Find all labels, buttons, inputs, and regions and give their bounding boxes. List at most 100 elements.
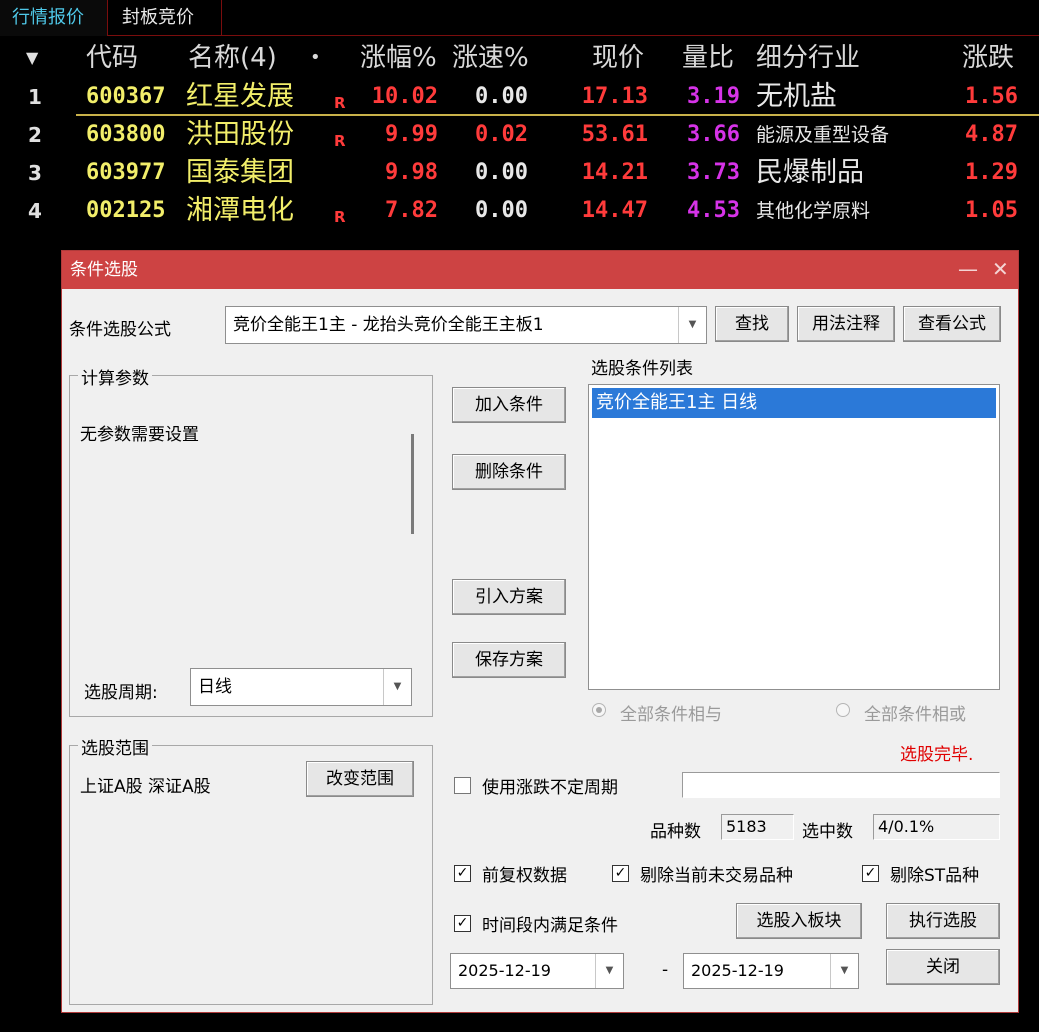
period-select[interactable]: 日线 ▼ [190, 668, 412, 706]
range-text: 上证A股 深证A股 [80, 777, 211, 797]
params-group: 计算参数 无参数需要设置 选股周期: 日线 ▼ [69, 364, 433, 717]
date-from-picker[interactable]: 2025-12-19 ▼ [450, 953, 624, 989]
exclude-untraded-label: 剔除当前未交易品种 [640, 866, 793, 886]
status-text: 选股完毕. [900, 745, 974, 765]
stock-name: 红星发展 [186, 81, 294, 112]
delete-condition-button[interactable]: 删除条件 [452, 454, 566, 490]
industry: 民爆制品 [756, 157, 864, 188]
change-pct: 10.02 [371, 84, 438, 109]
find-button[interactable]: 查找 [715, 306, 789, 342]
variable-period-checkbox[interactable] [454, 777, 471, 794]
stock-code: 600367 [86, 84, 166, 109]
usage-notes-button[interactable]: 用法注释 [797, 306, 895, 342]
price: 53.61 [581, 122, 648, 147]
forward-adj-checkbox[interactable]: ✓ [454, 865, 471, 882]
industry: 无机盐 [756, 81, 837, 112]
variable-period-input[interactable] [682, 772, 1000, 798]
tab-quotes[interactable]: 行情报价 [0, 0, 108, 36]
vol-ratio: 3.73 [687, 160, 740, 185]
view-formula-button[interactable]: 查看公式 [903, 306, 1001, 342]
table-row[interactable]: 1 600367 红星发展 R 10.02 0.00 17.13 3.19 无机… [0, 78, 1039, 116]
row-selection-underline [76, 114, 1039, 116]
chevron-down-icon[interactable]: ▼ [383, 669, 411, 705]
close-button[interactable]: 关闭 [886, 949, 1000, 985]
add-to-block-button[interactable]: 选股入板块 [736, 903, 862, 939]
speed-pct: 0.00 [475, 160, 528, 185]
close-icon[interactable]: ✕ [992, 251, 1009, 289]
price: 17.13 [581, 84, 648, 109]
params-text: 无参数需要设置 [80, 425, 199, 445]
stock-code: 002125 [86, 198, 166, 223]
exclude-st-checkbox[interactable]: ✓ [862, 865, 879, 882]
selected-value: 4/0.1% [873, 814, 1000, 840]
exclude-untraded-checkbox[interactable]: ✓ [612, 865, 629, 882]
stock-code: 603800 [86, 122, 166, 147]
stock-name: 国泰集团 [186, 157, 294, 188]
vol-ratio: 4.53 [687, 198, 740, 223]
change: 1.29 [965, 160, 1018, 185]
date-separator: - [662, 960, 669, 980]
sort-icon[interactable]: ▼ [26, 38, 38, 78]
formula-value: 竞价全能王1主 - 龙抬头竞价全能王主板1 [233, 315, 544, 335]
condition-list[interactable]: 竞价全能王1主 日线 [588, 384, 1000, 690]
table-row[interactable]: 4 002125 湘潭电化 R 7.82 0.00 14.47 4.53 其他化… [0, 192, 1039, 230]
tab-limit-auction[interactable]: 封板竞价 [110, 0, 222, 36]
radio-and[interactable] [592, 703, 606, 717]
exclude-st-label: 剔除ST品种 [890, 866, 980, 886]
header-vol-ratio[interactable]: 量比 [682, 38, 734, 78]
chevron-down-icon[interactable]: ▼ [595, 954, 623, 988]
date-to-value: 2025-12-19 [691, 961, 784, 980]
row-number: 1 [28, 85, 42, 109]
row-number: 3 [28, 161, 42, 185]
time-range-label: 时间段内满足条件 [482, 916, 618, 936]
list-item[interactable]: 竞价全能王1主 日线 [592, 388, 996, 418]
change: 1.05 [965, 198, 1018, 223]
table-row[interactable]: 2 603800 洪田股份 R 9.99 0.02 53.61 3.66 能源及… [0, 116, 1039, 154]
formula-select[interactable]: 竞价全能王1主 - 龙抬头竞价全能王主板1 ▼ [225, 306, 707, 344]
forward-adj-label: 前复权数据 [482, 866, 567, 886]
stock-name: 湘潭电化 [186, 195, 294, 226]
radio-or[interactable] [836, 703, 850, 717]
save-scheme-button[interactable]: 保存方案 [452, 642, 566, 678]
change: 1.56 [965, 84, 1018, 109]
dialog-title[interactable]: 条件选股 [62, 251, 1018, 289]
condition-screening-dialog: 条件选股 — ✕ 条件选股公式 竞价全能王1主 - 龙抬头竞价全能王主板1 ▼ … [61, 250, 1019, 1013]
speed-pct: 0.02 [475, 122, 528, 147]
change-range-button[interactable]: 改变范围 [306, 761, 414, 797]
minimize-icon[interactable]: — [958, 251, 978, 289]
selected-label: 选中数 [802, 822, 853, 842]
price: 14.47 [581, 198, 648, 223]
table-row[interactable]: 3 603977 国泰集团 9.98 0.00 14.21 3.73 民爆制品 … [0, 154, 1039, 192]
change-pct: 9.99 [385, 122, 438, 147]
radio-and-label: 全部条件相与 [620, 705, 722, 725]
chevron-down-icon[interactable]: ▼ [830, 954, 858, 988]
period-value: 日线 [198, 677, 232, 697]
price: 14.21 [581, 160, 648, 185]
vol-ratio: 3.66 [687, 122, 740, 147]
time-range-checkbox[interactable]: ✓ [454, 915, 471, 932]
header-code[interactable]: 代码 [86, 38, 138, 78]
period-label: 选股周期: [84, 683, 158, 703]
chevron-down-icon[interactable]: ▼ [678, 307, 706, 343]
header-price[interactable]: 现价 [592, 38, 644, 78]
row-number: 4 [28, 199, 42, 223]
params-group-label: 计算参数 [78, 364, 152, 389]
import-scheme-button[interactable]: 引入方案 [452, 579, 566, 615]
header-name[interactable]: 名称(4) [188, 38, 277, 78]
header-change[interactable]: 涨跌 [962, 38, 1014, 78]
speed-pct: 0.00 [475, 198, 528, 223]
execute-screening-button[interactable]: 执行选股 [886, 903, 1000, 939]
header-industry[interactable]: 细分行业 [756, 38, 860, 78]
change: 4.87 [965, 122, 1018, 147]
header-speed-pct[interactable]: 涨速% [452, 38, 529, 78]
params-scrollbar[interactable] [411, 434, 414, 534]
add-condition-button[interactable]: 加入条件 [452, 387, 566, 423]
change-pct: 7.82 [385, 198, 438, 223]
date-to-picker[interactable]: 2025-12-19 ▼ [683, 953, 859, 989]
change-pct: 9.98 [385, 160, 438, 185]
stock-name: 洪田股份 [186, 119, 294, 150]
date-from-value: 2025-12-19 [458, 961, 551, 980]
vol-ratio: 3.19 [687, 84, 740, 109]
header-change-pct[interactable]: 涨幅% [360, 38, 437, 78]
radio-or-label: 全部条件相或 [864, 705, 966, 725]
